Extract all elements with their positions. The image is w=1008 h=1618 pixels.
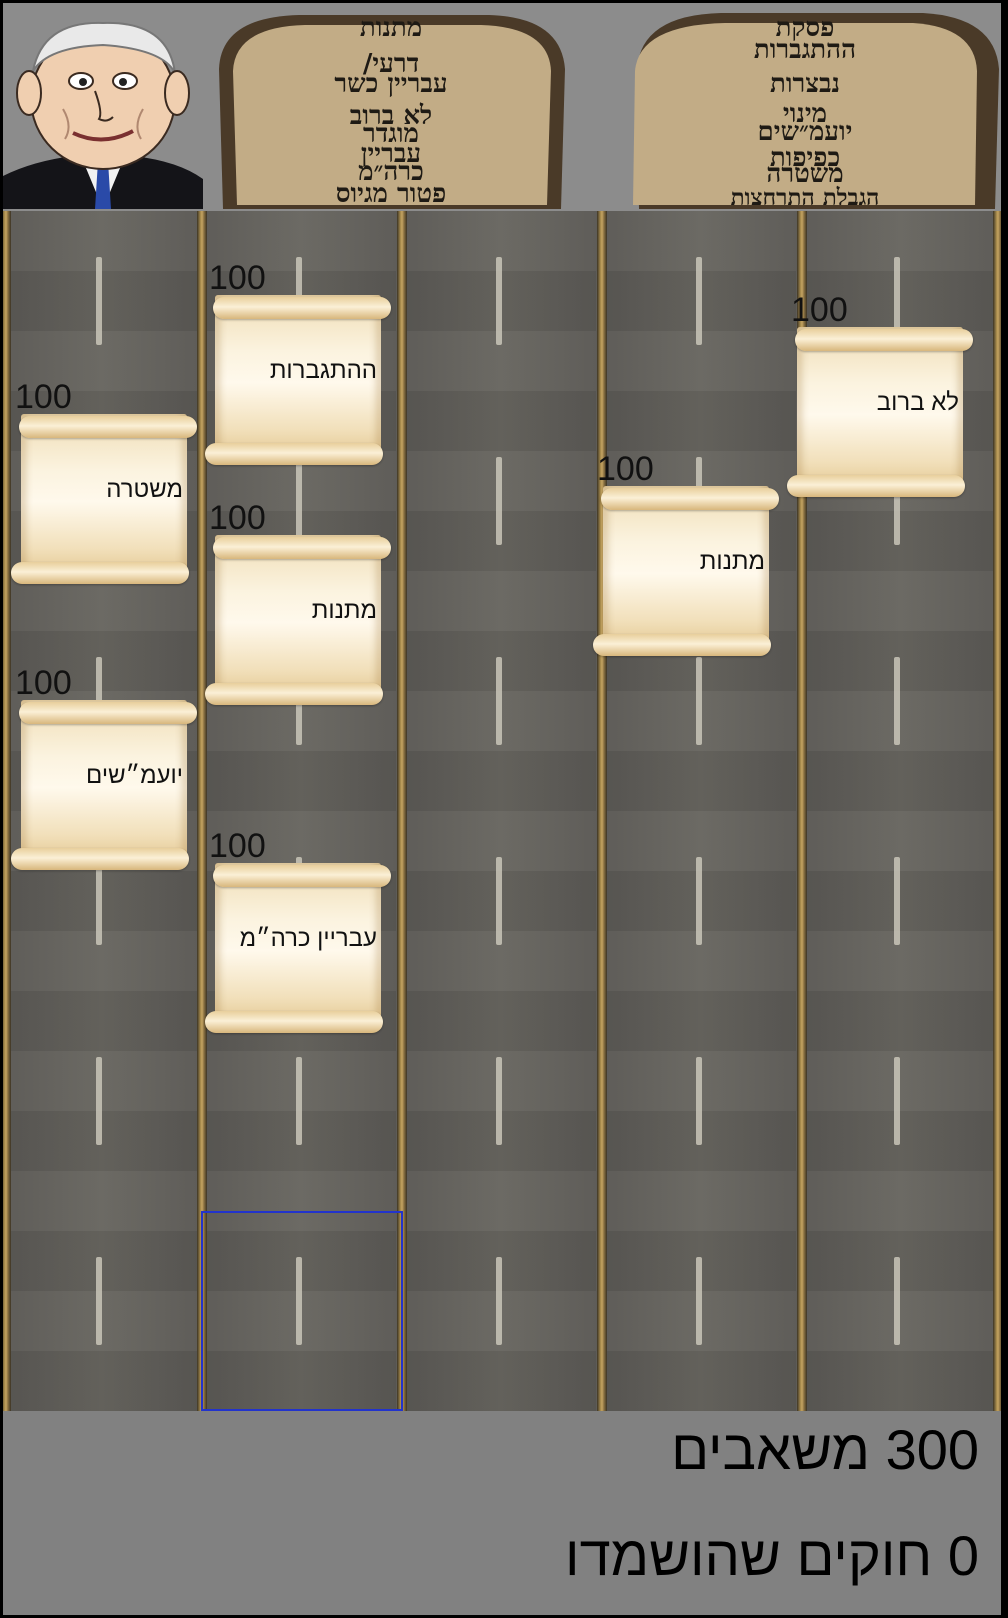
scroll-roll <box>213 297 391 319</box>
scroll-roll <box>11 848 189 870</box>
tablet-gifts-line: מתנות <box>359 13 423 43</box>
lane-dash <box>496 657 502 745</box>
lane-dash <box>894 857 900 945</box>
scroll-law-text: עבריין כרה״מ <box>239 925 377 952</box>
lane-dash <box>96 257 102 345</box>
scroll-roll <box>205 683 383 705</box>
lane-dash <box>696 1057 702 1145</box>
game-area: מתנות דרעי/ עבריין כשר לא ברוב מוגדר עבר… <box>3 3 1001 1615</box>
scroll-points: 100 <box>209 827 266 865</box>
lane-dash <box>296 1057 302 1145</box>
scroll-roll <box>213 865 391 887</box>
law-scroll[interactable]: 100 יועמ״שים <box>11 664 197 870</box>
scroll-roll <box>593 634 771 656</box>
scroll-roll <box>19 416 197 438</box>
lane-cursor[interactable] <box>201 1211 403 1411</box>
lane-dash <box>894 1257 900 1345</box>
scroll-roll <box>11 562 189 584</box>
lane-dash <box>894 657 900 745</box>
status-panel: 300 משאבים 0 חוקים שהושמדו <box>3 1411 1001 1615</box>
lane-dash <box>496 1057 502 1145</box>
scroll-points: 100 <box>209 259 266 297</box>
laws-destroyed-counter: 0 חוקים שהושמדו <box>565 1524 979 1587</box>
resources-counter: 300 משאבים <box>671 1418 979 1481</box>
scroll-points: 100 <box>791 291 848 329</box>
game-board: 100 ההתגברות 100 משטרה 100 מתנות 100 יוע… <box>3 211 1001 1411</box>
scroll-roll <box>213 537 391 559</box>
tablet-laws-line: נבצרות <box>770 69 840 99</box>
scroll-law-text: לא ברוב <box>876 389 959 416</box>
law-scroll[interactable]: 100 מתנות <box>205 499 391 705</box>
lane-dash <box>496 1257 502 1345</box>
lane-dash <box>496 857 502 945</box>
lane-dash <box>696 657 702 745</box>
lane-4[interactable] <box>606 211 796 1411</box>
lane-dash <box>696 1257 702 1345</box>
law-scroll[interactable]: 100 משטרה <box>11 378 197 584</box>
lane-dash <box>96 1257 102 1345</box>
lane-dash <box>894 1057 900 1145</box>
tablet-laws-line: הגבלת התרחצות <box>730 184 880 211</box>
lane-divider <box>993 211 1001 1411</box>
scroll-roll <box>205 443 383 465</box>
tablet-gifts-line: עבריין כשר <box>334 69 448 99</box>
tablet-laws-line: משטרה <box>766 159 844 189</box>
lane-dash <box>96 857 102 945</box>
lane-dash <box>696 857 702 945</box>
stone-tablet-laws-icon: פסקת ההתגברות נבצרות מינוי יועמ״שים כפיפ… <box>631 9 1001 209</box>
scroll-law-text: משטרה <box>106 476 183 503</box>
scroll-points: 100 <box>209 499 266 537</box>
scroll-roll <box>795 329 973 351</box>
tablet-gifts-line: פטור מגיוס <box>335 179 447 209</box>
scroll-roll <box>19 702 197 724</box>
tablet-laws-line: ההתגברות <box>753 35 857 65</box>
law-scroll[interactable]: 100 ההתגברות <box>205 259 391 465</box>
scroll-law-text: מתנות <box>699 548 765 575</box>
lane-dash <box>496 257 502 345</box>
scroll-roll <box>205 1011 383 1033</box>
lane-dash <box>496 457 502 545</box>
scroll-law-text: ההתגברות <box>269 357 377 384</box>
law-scroll[interactable]: 100 לא ברוב <box>787 291 973 497</box>
stone-tablet-gifts-icon: מתנות דרעי/ עבריין כשר לא ברוב מוגדר עבר… <box>209 9 573 209</box>
caricature-portrait-icon <box>3 11 203 209</box>
scroll-roll <box>787 475 965 497</box>
law-scroll[interactable]: 100 מתנות <box>593 450 779 656</box>
law-scroll[interactable]: 100 עבריין כרה״מ <box>205 827 391 1033</box>
lane-divider <box>3 211 11 1411</box>
header-bar: מתנות דרעי/ עבריין כשר לא ברוב מוגדר עבר… <box>3 3 1001 211</box>
scroll-points: 100 <box>15 664 72 702</box>
lane-3[interactable] <box>406 211 596 1411</box>
scroll-law-text: מתנות <box>311 597 377 624</box>
lane-dash <box>96 1057 102 1145</box>
scroll-points: 100 <box>597 450 654 488</box>
lane-dash <box>696 257 702 345</box>
lane-divider <box>597 211 607 1411</box>
scroll-law-text: יועמ״שים <box>86 762 183 789</box>
scroll-points: 100 <box>15 378 72 416</box>
tablet-laws-line: יועמ״שים <box>757 117 853 147</box>
scroll-roll <box>601 488 779 510</box>
